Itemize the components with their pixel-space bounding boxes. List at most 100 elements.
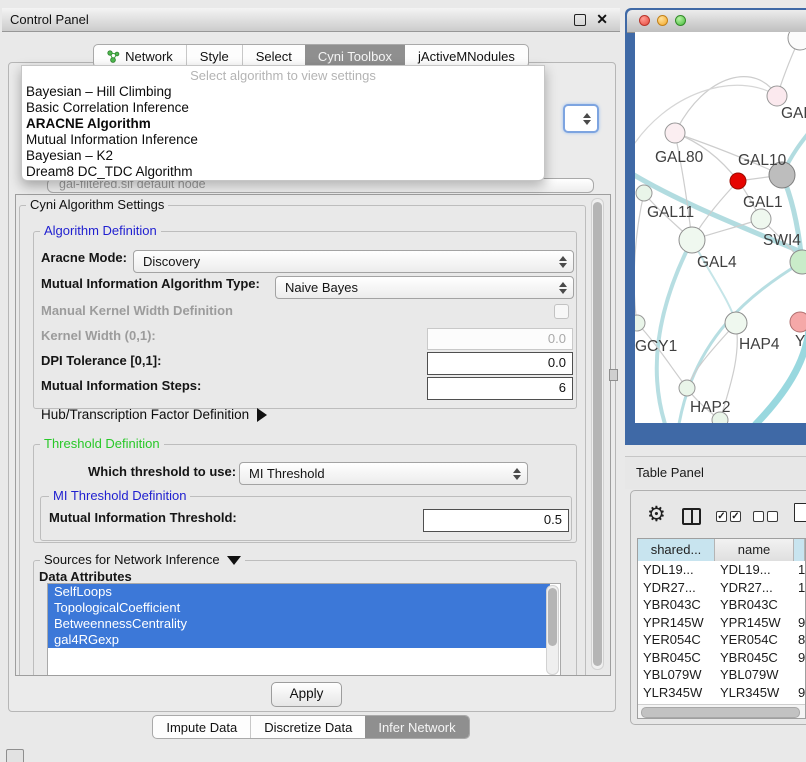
table-row[interactable]: YBL079WYBL079W — [638, 666, 805, 684]
panel-divider-handle[interactable] — [609, 369, 618, 381]
network-edge[interactable] — [687, 323, 736, 388]
network-view-canvas-wrap: GALGAL80GAL10GAL1GAL11GAL4SWI4GCY1HAP4YH… — [635, 32, 806, 423]
column-header-cut[interactable] — [794, 539, 805, 561]
table-row[interactable]: YDR27...YDR27...12 — [638, 579, 805, 597]
network-edge[interactable] — [692, 240, 736, 323]
sources-group-title[interactable]: Sources for Network Inference — [40, 553, 245, 567]
mi-threshold-field[interactable]: 0.5 — [423, 509, 569, 532]
zoom-traffic-light-icon[interactable] — [675, 15, 686, 26]
network-edge[interactable] — [675, 77, 777, 133]
column-header-shared-name[interactable]: shared... — [638, 539, 715, 561]
tab-cyni-toolbox[interactable]: Cyni Toolbox — [305, 45, 405, 67]
attributes-scrollbar-thumb[interactable] — [548, 588, 557, 646]
mi-threshold-group-title: MI Threshold Definition — [49, 489, 190, 503]
control-panel-titlebar: Control Panel ✕ — [2, 8, 620, 32]
table-row[interactable]: YDL19... YDL19... 13 — [638, 561, 805, 579]
algorithm-option[interactable]: Dream8 DC_TDC Algorithm — [22, 164, 544, 180]
control-panel-window: Control Panel ✕ Network — [2, 8, 620, 735]
dpi-tolerance-field[interactable]: 0.0 — [427, 352, 573, 375]
checkbox-unchecked-icon[interactable] — [767, 511, 778, 522]
tab-network[interactable]: Network — [94, 45, 186, 67]
node-gal11[interactable] — [636, 185, 652, 201]
minimize-traffic-light-icon[interactable] — [657, 15, 668, 26]
algorithm-option[interactable]: Bayesian – K2 — [22, 148, 544, 164]
node-label: Y — [795, 333, 805, 350]
node-gal80[interactable] — [665, 123, 685, 143]
tab-style[interactable]: Style — [186, 45, 242, 67]
manual-kernel-width-label: Manual Kernel Width Definition — [41, 301, 233, 321]
close-traffic-light-icon[interactable] — [639, 15, 650, 26]
table-cell: YDL19... — [720, 561, 771, 579]
table-row[interactable]: YLR345WYLR345W9. — [638, 684, 805, 702]
algorithm-option[interactable]: ARACNE Algorithm — [22, 116, 544, 132]
gear-icon[interactable]: ⚙ — [647, 504, 666, 525]
tab-jactivemnodules[interactable]: jActiveMNodules — [405, 45, 528, 67]
tab-select[interactable]: Select — [242, 45, 305, 67]
table-cell: YLR345W — [643, 684, 702, 702]
table-cell: YER054C — [720, 631, 778, 649]
checkbox-unchecked-icon[interactable] — [753, 511, 764, 522]
table-row[interactable]: YPR145WYPR145W9. — [638, 614, 805, 632]
network-edge[interactable] — [637, 323, 687, 388]
hub-definition-expander[interactable]: Hub/Transcription Factor Definition — [41, 407, 267, 422]
split-view-icon[interactable] — [682, 508, 701, 525]
algorithm-option[interactable]: Basic Correlation Inference — [22, 100, 544, 116]
table-cell: YDL19... — [643, 561, 694, 579]
document-icon[interactable] — [794, 503, 806, 522]
settings-scrollbar-thumb[interactable] — [593, 202, 602, 666]
table-hscrollbar-thumb[interactable] — [641, 707, 800, 718]
aracne-mode-select[interactable]: Discovery — [133, 250, 574, 273]
attribute-list-item[interactable]: SelfLoops — [48, 584, 550, 600]
node-swi4[interactable] — [790, 250, 806, 274]
table-cell: 13 — [798, 561, 805, 579]
network-canvas[interactable]: GALGAL80GAL10GAL1GAL11GAL4SWI4GCY1HAP4YH… — [635, 32, 806, 423]
attribute-list-item[interactable]: TopologicalCoefficient — [48, 600, 550, 616]
data-attributes-list[interactable]: SelfLoopsTopologicalCoefficientBetweenne… — [47, 583, 561, 676]
node-gcy1[interactable] — [635, 315, 645, 331]
settings-scrollbar[interactable] — [591, 198, 604, 670]
network-view-titlebar[interactable] — [627, 10, 806, 33]
attributes-scrollbar[interactable] — [546, 585, 559, 675]
node-hap2[interactable] — [679, 380, 695, 396]
node-hap4[interactable] — [725, 312, 747, 334]
attribute-list-item[interactable]: gal4RGexp — [48, 632, 550, 648]
tab-infer-network[interactable]: Infer Network — [365, 716, 468, 738]
checkbox-checked-icon[interactable]: ✓ — [730, 511, 741, 522]
inference-combo-fragment[interactable] — [563, 104, 599, 133]
apply-button[interactable]: Apply — [271, 682, 342, 707]
node-gal-cut[interactable] — [767, 86, 787, 106]
node-label: GAL11 — [647, 204, 694, 221]
algorithm-dropdown-placeholder: Select algorithm to view settings — [22, 68, 544, 84]
mi-algorithm-type-select[interactable]: Naive Bayes — [275, 276, 574, 299]
network-edge[interactable] — [635, 85, 777, 152]
checkbox-checked-icon[interactable]: ✓ — [716, 511, 727, 522]
network-edge[interactable] — [635, 193, 644, 323]
table-cell: 9. — [798, 684, 805, 702]
node-selected-red[interactable] — [730, 173, 746, 189]
collapsed-panel-icon[interactable] — [6, 749, 24, 762]
table-row[interactable]: YBR043CYBR043C — [638, 596, 805, 614]
table-row[interactable]: YER054CYER054C8. — [638, 631, 805, 649]
node-y-cut[interactable] — [790, 312, 806, 332]
mi-steps-field[interactable]: 6 — [427, 377, 573, 400]
table-cell: 9. — [798, 649, 805, 667]
tab-impute-data[interactable]: Impute Data — [153, 716, 250, 738]
node-gal1[interactable] — [751, 209, 771, 229]
attribute-list-item[interactable]: BetweennessCentrality — [48, 616, 550, 632]
column-header-name[interactable]: name — [715, 539, 794, 561]
which-threshold-select[interactable]: MI Threshold — [239, 462, 528, 485]
close-icon[interactable]: ✕ — [596, 11, 608, 28]
threshold-definition-title: Threshold Definition — [40, 437, 164, 451]
node-label: SWI4 — [763, 232, 801, 249]
float-window-icon[interactable] — [574, 14, 586, 26]
algorithm-option[interactable]: Mutual Information Inference — [22, 132, 544, 148]
kernel-width-field[interactable]: 0.0 — [427, 328, 573, 350]
table-row[interactable]: YBR045CYBR045C9. — [638, 649, 805, 667]
manual-kernel-width-checkbox[interactable] — [554, 304, 569, 319]
tab-discretize-data[interactable]: Discretize Data — [250, 716, 365, 738]
algorithm-option[interactable]: Bayesian – Hill Climbing — [22, 84, 544, 100]
table-horizontal-scrollbar[interactable] — [638, 704, 805, 718]
node-gal4[interactable] — [679, 227, 705, 253]
node-unlabeled-top[interactable] — [788, 32, 806, 50]
algorithm-dropdown-popup: Select algorithm to view settings Bayesi… — [21, 65, 545, 181]
